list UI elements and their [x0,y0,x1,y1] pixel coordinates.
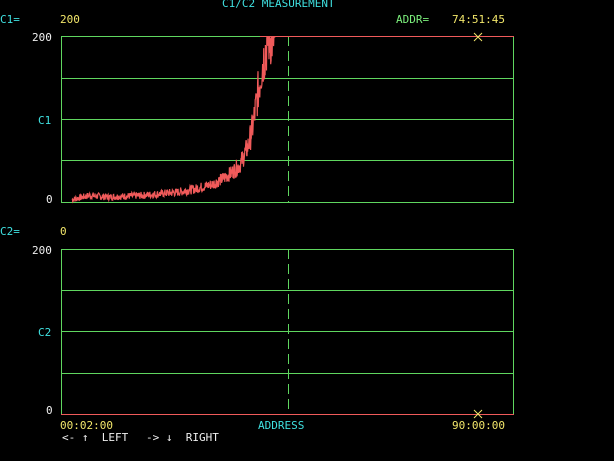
c1-panel [61,32,514,204]
c2-panel [61,249,514,419]
plots-svg [61,32,514,419]
